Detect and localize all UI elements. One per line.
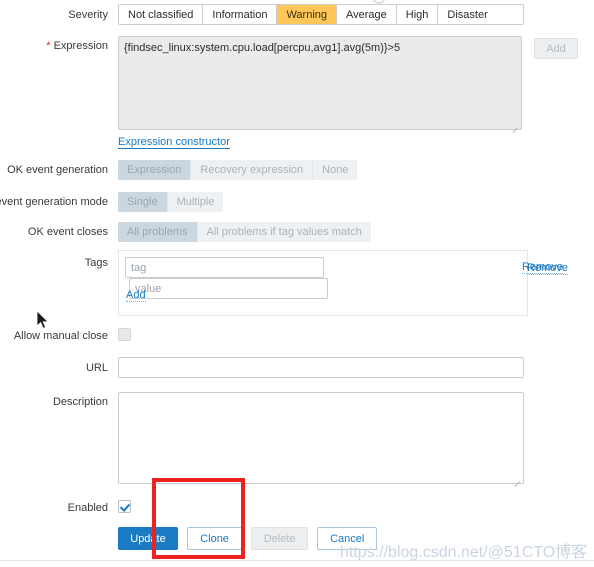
ok-event-generation-row: OK event generation Expression Recovery … <box>0 160 594 180</box>
tag-add-link[interactable]: Add <box>126 289 146 302</box>
severity-segmented-control[interactable]: Not classified Information Warning Avera… <box>118 4 524 25</box>
clone-button[interactable]: Clone <box>187 527 243 550</box>
tag-value-input[interactable] <box>129 278 328 299</box>
ok-event-generation-option-none: None <box>313 160 358 180</box>
severity-row: Severity Not classified Information Warn… <box>0 4 594 25</box>
description-textarea[interactable] <box>118 392 524 484</box>
problem-event-generation-mode-row: event generation mode Single Multiple <box>0 192 594 212</box>
expression-add-button: Add <box>534 38 578 59</box>
allow-manual-close-checkbox <box>118 328 131 341</box>
severity-label: Severity <box>68 9 108 21</box>
cancel-button[interactable]: Cancel <box>317 527 378 550</box>
update-button[interactable]: Update <box>118 527 178 550</box>
expression-textarea[interactable] <box>118 36 522 130</box>
required-marker: * <box>46 40 51 52</box>
enabled-label: Enabled <box>67 502 108 514</box>
ok-event-generation-toggle-group: Expression Recovery expression None <box>118 160 358 180</box>
expression-label-text: Expression <box>53 40 108 52</box>
severity-option-disaster[interactable]: Disaster <box>438 5 497 24</box>
expression-label: * Expression <box>0 40 108 53</box>
severity-option-high[interactable]: High <box>396 5 439 24</box>
problem-event-generation-mode-label: event generation mode <box>0 196 108 208</box>
trigger-configuration-form: Severity Not classified Information Warn… <box>0 0 594 567</box>
ok-event-generation-label: OK event generation <box>7 164 108 176</box>
url-input[interactable] <box>118 357 524 378</box>
ok-event-closes-option-all-problems: All problems <box>118 222 198 242</box>
ok-event-closes-option-all-problems-if-tag-values-match: All problems if tag values match <box>197 222 371 242</box>
tag-remove-link-outer[interactable]: Remove <box>522 261 563 274</box>
description-label: Description <box>52 396 108 408</box>
severity-option-not-classified[interactable]: Not classified <box>119 5 204 24</box>
ok-event-closes-toggle-group: All problems All problems if tag values … <box>118 222 371 242</box>
footer-button-bar: Update Clone Delete Cancel <box>0 527 594 551</box>
tag-name-input[interactable] <box>125 257 324 278</box>
severity-option-warning[interactable]: Warning <box>277 5 338 24</box>
allow-manual-close-label: Allow manual close <box>13 330 108 342</box>
tags-panel: Remove Add <box>118 250 568 316</box>
ok-event-closes-label: OK event closes <box>27 226 108 238</box>
severity-option-average[interactable]: Average <box>337 5 397 24</box>
description-row: Description <box>0 392 594 487</box>
url-label: URL <box>85 362 108 374</box>
enabled-row: Enabled <box>0 500 594 516</box>
allow-manual-close-row: Allow manual close <box>0 328 594 344</box>
url-row: URL <box>0 357 594 378</box>
ok-event-closes-row: OK event closes All problems All problem… <box>0 222 594 242</box>
expression-row: * Expression Add <box>0 36 594 133</box>
expression-constructor-link[interactable]: Expression constructor <box>118 136 230 149</box>
expression-constructor-row: Expression constructor <box>0 136 594 150</box>
page-bottom-divider <box>0 560 594 561</box>
tag-row <box>125 257 527 299</box>
ok-event-generation-option-recovery-expression: Recovery expression <box>191 160 314 180</box>
event-generation-mode-option-single: Single <box>118 192 168 212</box>
severity-option-information[interactable]: Information <box>203 5 278 24</box>
event-generation-mode-option-multiple: Multiple <box>167 192 224 212</box>
enabled-checkbox[interactable] <box>118 500 131 513</box>
problem-event-generation-mode-toggle-group: Single Multiple <box>118 192 224 212</box>
ok-event-generation-option-expression: Expression <box>118 160 192 180</box>
delete-button: Delete <box>251 527 309 550</box>
tags-label: Tags <box>84 257 108 269</box>
